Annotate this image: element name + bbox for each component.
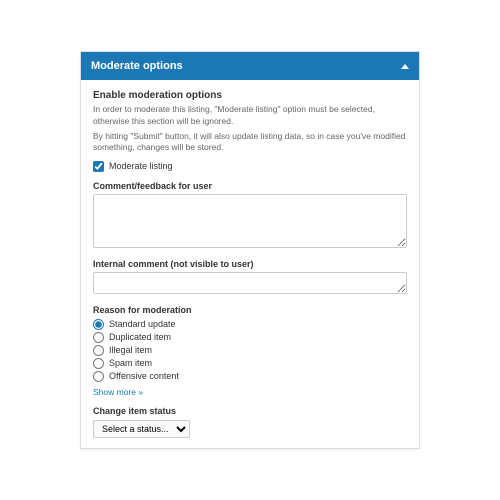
reason-text: Duplicated item	[109, 332, 171, 342]
moderate-listing-checkbox[interactable]	[93, 161, 104, 172]
reason-label: Reason for moderation	[93, 305, 407, 315]
show-more-link[interactable]: Show more »	[93, 387, 143, 397]
section-title: Enable moderation options	[93, 90, 407, 101]
reason-radio-illegal[interactable]	[93, 345, 104, 356]
reason-radio-standard[interactable]	[93, 319, 104, 330]
panel-header[interactable]: Moderate options	[81, 52, 419, 80]
reason-radio-spam[interactable]	[93, 358, 104, 369]
chevron-up-icon	[401, 64, 409, 69]
reason-radio-duplicated[interactable]	[93, 332, 104, 343]
moderate-options-panel: Moderate options Enable moderation optio…	[80, 51, 420, 449]
status-label: Change item status	[93, 406, 407, 416]
internal-comment-textarea[interactable]	[93, 272, 407, 294]
comment-textarea[interactable]	[93, 194, 407, 248]
moderate-listing-row[interactable]: Moderate listing	[93, 161, 407, 172]
description-1: In order to moderate this listing, "Mode…	[93, 104, 407, 127]
reason-text: Standard update	[109, 319, 176, 329]
reason-text: Offensive content	[109, 371, 179, 381]
reason-radio-offensive[interactable]	[93, 371, 104, 382]
reason-option[interactable]: Standard update	[93, 318, 407, 331]
comment-label: Comment/feedback for user	[93, 181, 407, 191]
panel-title: Moderate options	[91, 60, 183, 72]
panel-body: Enable moderation options In order to mo…	[81, 80, 419, 448]
status-select[interactable]: Select a status...	[93, 420, 190, 438]
reason-option[interactable]: Duplicated item	[93, 331, 407, 344]
reason-text: Illegal item	[109, 345, 152, 355]
reason-option[interactable]: Offensive content	[93, 370, 407, 383]
moderate-listing-label: Moderate listing	[109, 161, 173, 171]
description-2: By hitting "Submit" button, it will also…	[93, 131, 407, 154]
reason-option[interactable]: Spam item	[93, 357, 407, 370]
internal-comment-label: Internal comment (not visible to user)	[93, 259, 407, 269]
reason-radio-group: Standard update Duplicated item Illegal …	[93, 318, 407, 383]
reason-text: Spam item	[109, 358, 152, 368]
reason-option[interactable]: Illegal item	[93, 344, 407, 357]
